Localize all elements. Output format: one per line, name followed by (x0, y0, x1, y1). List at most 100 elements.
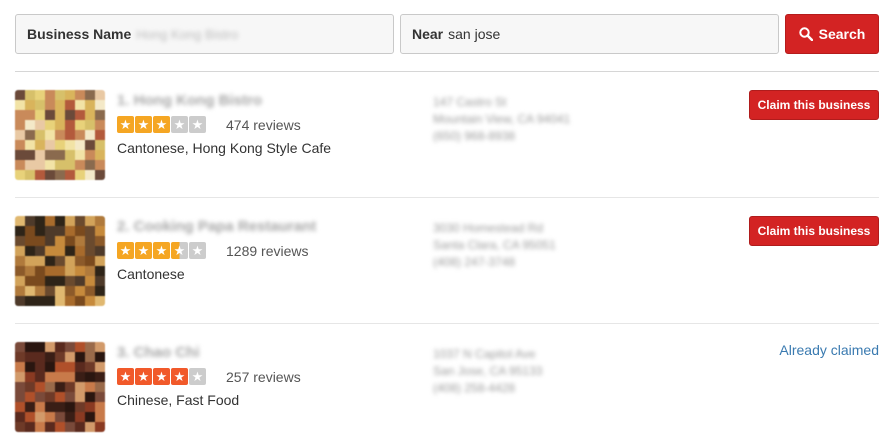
business-name-field[interactable]: Business Name Hong Kong Bistro (15, 14, 394, 54)
phone-number: (650) 968-8938 (433, 129, 516, 143)
business-photo[interactable] (15, 342, 105, 432)
business-title[interactable]: 1. Hong Kong Bistro (117, 92, 262, 109)
photo-pixel (75, 160, 85, 170)
business-photo[interactable] (15, 216, 105, 306)
photo-pixel (95, 160, 105, 170)
photo-pixel (35, 402, 45, 412)
photo-pixel (15, 362, 25, 372)
photo-pixel (45, 130, 55, 140)
photo-pixel (35, 216, 45, 226)
business-title[interactable]: 2. Cooking Papa Restaurant (117, 218, 316, 235)
address-line: Santa Clara, CA 95051 (433, 238, 556, 252)
result-divider (15, 197, 879, 198)
claim-business-button[interactable]: Claim this business (749, 216, 879, 246)
photo-pixel (75, 266, 85, 276)
photo-pixel (75, 362, 85, 372)
business-title[interactable]: 3. Chao Chi (117, 344, 200, 361)
business-address: 147 Castro St Mountain View, CA 94041 (6… (433, 94, 570, 145)
photo-pixel (75, 100, 85, 110)
star-icon: ★ (189, 242, 206, 259)
photo-pixel (75, 130, 85, 140)
business-photo[interactable] (15, 90, 105, 180)
photo-pixel (75, 90, 85, 100)
photo-pixel (65, 372, 75, 382)
photo-pixel (75, 120, 85, 130)
photo-pixel (85, 402, 95, 412)
photo-pixel (95, 342, 105, 352)
photo-pixel (85, 90, 95, 100)
photo-pixel (15, 352, 25, 362)
photo-pixel (25, 150, 35, 160)
search-bar: Business Name Hong Kong Bistro Near san … (15, 14, 879, 54)
photo-pixel (65, 160, 75, 170)
photo-pixel (95, 256, 105, 266)
business-name-value[interactable]: Hong Kong Bistro (136, 27, 238, 42)
photo-pixel (55, 130, 65, 140)
claim-business-button[interactable]: Claim this business (749, 90, 879, 120)
result-item: 3. Chao Chi ★ ★ ★ ★ ★ 257 reviews Chinese, F… (15, 342, 879, 434)
photo-pixel (55, 392, 65, 402)
photo-pixel (55, 110, 65, 120)
address-line: San Jose, CA 95133 (433, 364, 543, 378)
photo-pixel (45, 422, 55, 432)
photo-pixel (15, 392, 25, 402)
already-claimed-link[interactable]: Already claimed (779, 342, 879, 358)
photo-pixel (35, 160, 45, 170)
photo-pixel (95, 422, 105, 432)
photo-pixel (35, 120, 45, 130)
photo-pixel (65, 130, 75, 140)
photo-pixel (45, 170, 55, 180)
near-value[interactable]: san jose (448, 26, 500, 42)
photo-pixel (75, 236, 85, 246)
photo-pixel (45, 276, 55, 286)
photo-pixel (15, 216, 25, 226)
photo-pixel (45, 286, 55, 296)
photo-pixel (45, 120, 55, 130)
photo-pixel (35, 342, 45, 352)
photo-pixel (75, 286, 85, 296)
photo-pixel (85, 372, 95, 382)
star-icon: ★ (171, 242, 188, 259)
photo-pixel (35, 226, 45, 236)
star-icon: ★ (153, 116, 170, 133)
photo-pixel (15, 422, 25, 432)
result-item: 2. Cooking Papa Restaurant ★ ★ ★ ★ ★ 1289 re… (15, 216, 879, 308)
photo-pixel (85, 130, 95, 140)
photo-pixel (55, 226, 65, 236)
address-line: 147 Castro St (433, 95, 507, 109)
photo-pixel (85, 140, 95, 150)
business-address: 3030 Homestead Rd Santa Clara, CA 95051 … (433, 220, 556, 271)
photo-pixel (25, 226, 35, 236)
near-label: Near (412, 26, 444, 42)
star-icon: ★ (189, 116, 206, 133)
photo-pixel (85, 382, 95, 392)
photo-pixel (35, 100, 45, 110)
photo-pixel (15, 150, 25, 160)
near-field[interactable]: Near san jose (400, 14, 779, 54)
result-divider (15, 323, 879, 324)
photo-pixel (15, 266, 25, 276)
search-button[interactable]: Search (785, 14, 879, 54)
photo-pixel (65, 276, 75, 286)
photo-pixel (25, 412, 35, 422)
address-line: 1037 N Capitol Ave (433, 347, 536, 361)
photo-pixel (45, 256, 55, 266)
photo-pixel (25, 120, 35, 130)
photo-pixel (35, 286, 45, 296)
photo-pixel (45, 160, 55, 170)
star-icon: ★ (135, 116, 152, 133)
photo-pixel (75, 296, 85, 306)
star-icon: ★ (153, 368, 170, 385)
photo-pixel (55, 352, 65, 362)
photo-pixel (35, 422, 45, 432)
photo-pixel (25, 236, 35, 246)
photo-pixel (95, 150, 105, 160)
photo-pixel (65, 352, 75, 362)
photo-pixel (85, 246, 95, 256)
photo-pixel (85, 392, 95, 402)
photo-pixel (15, 382, 25, 392)
search-button-label: Search (818, 26, 866, 42)
photo-pixel (45, 392, 55, 402)
photo-pixel (65, 296, 75, 306)
photo-pixel (85, 286, 95, 296)
